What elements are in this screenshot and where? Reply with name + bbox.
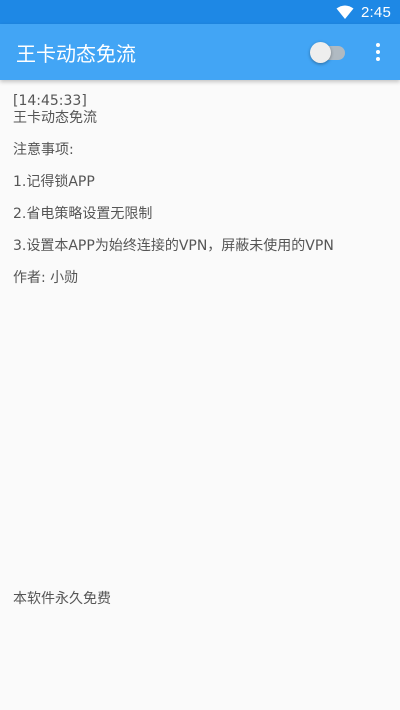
log-line-notice-heading: 注意事项: — [13, 142, 74, 158]
switch-thumb — [310, 42, 331, 63]
log-line-tip-3: 3.设置本APP为始终连接的VPN，屏蔽未使用的VPN — [13, 238, 334, 254]
app-bar: 王卡动态免流 — [0, 24, 400, 80]
log-timestamp: [14:45:33] — [13, 93, 87, 109]
more-vert-icon[interactable] — [366, 24, 390, 80]
log-line-author: 作者: 小勋 — [13, 270, 79, 286]
log-line-tip-2: 2.省电策略设置无限制 — [13, 206, 153, 222]
log-line-tip-1: 1.记得锁APP — [13, 174, 95, 190]
status-bar: 2:45 — [0, 0, 400, 24]
status-time: 2:45 — [361, 3, 391, 21]
log-output: [14:45:33] 王卡动态免流 注意事项: 1.记得锁APP 2.省电策略设… — [13, 93, 393, 287]
app-title: 王卡动态免流 — [16, 41, 136, 66]
footer-note: 本软件永久免费 — [13, 591, 111, 607]
wifi-icon — [336, 4, 354, 20]
log-line-title: 王卡动态免流 — [13, 110, 97, 126]
vpn-toggle-switch[interactable] — [310, 40, 350, 64]
